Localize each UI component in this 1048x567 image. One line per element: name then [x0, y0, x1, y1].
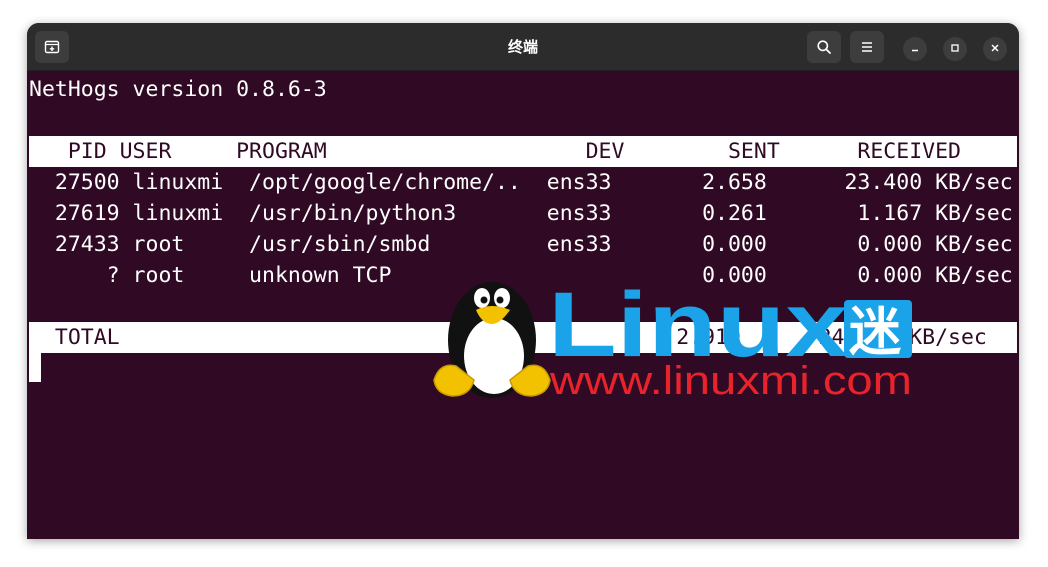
hamburger-menu-icon: [860, 40, 874, 54]
minimize-icon: [910, 40, 920, 58]
search-button[interactable]: [807, 31, 841, 63]
total-row: TOTAL 2.919 24.566 KB/sec: [29, 322, 1017, 353]
process-table-header: PID USER PROGRAM DEV SENT RECEIVED: [29, 136, 1017, 167]
terminal-window: 终端 NetHogs version 0.8.6-3 PID USER PROG…: [27, 23, 1019, 539]
terminal-output[interactable]: NetHogs version 0.8.6-3 PID USER PROGRAM…: [27, 71, 1019, 539]
process-row: 27500 linuxmi /opt/google/chrome/.. ens3…: [29, 170, 1013, 195]
process-row: 27619 linuxmi /usr/bin/python3 ens33 0.2…: [29, 201, 1013, 226]
process-row: 27433 root /usr/sbin/smbd ens33 0.000 0.…: [29, 232, 1013, 257]
main-menu-button[interactable]: [850, 31, 884, 63]
search-icon: [816, 39, 832, 55]
maximize-icon: [950, 40, 960, 58]
close-icon: [990, 40, 1000, 58]
close-button[interactable]: [983, 37, 1007, 61]
new-tab-button[interactable]: [35, 31, 69, 63]
minimize-button[interactable]: [903, 37, 927, 61]
terminal-cursor: [29, 353, 41, 382]
nethogs-version-line: NetHogs version 0.8.6-3: [29, 77, 327, 102]
header-bar: 终端: [27, 23, 1019, 71]
process-row: ? root unknown TCP 0.000 0.000 KB/sec: [29, 263, 1013, 288]
new-tab-icon: [44, 39, 60, 55]
maximize-button[interactable]: [943, 37, 967, 61]
